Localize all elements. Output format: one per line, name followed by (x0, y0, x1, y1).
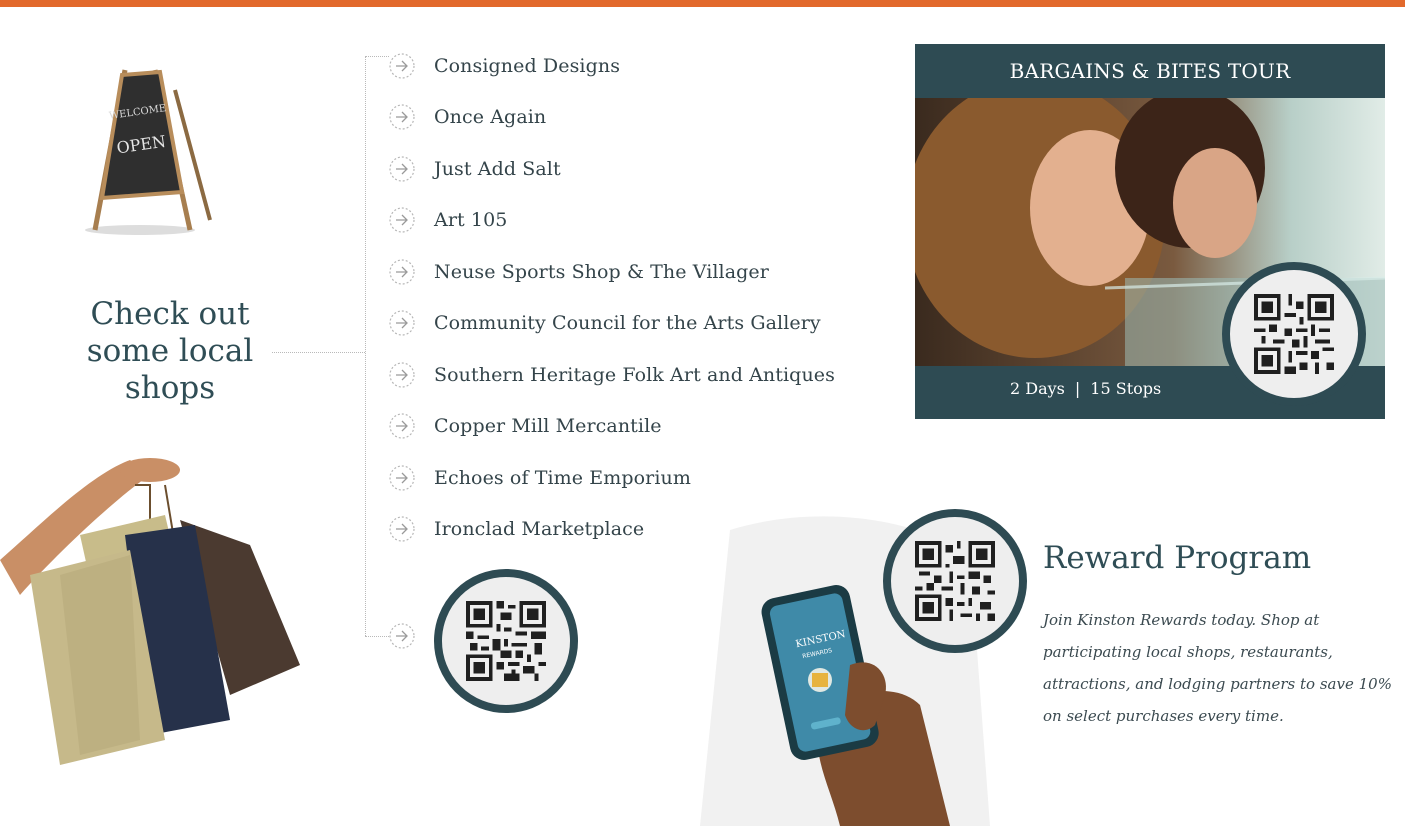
reward-description: Join Kinston Rewards today. Shop at part… (1043, 611, 1392, 725)
headline-line-1: Check out (90, 296, 250, 332)
circle-arrow-icon (388, 155, 416, 183)
circle-arrow-icon[interactable] (388, 622, 416, 650)
top-accent-bar (0, 0, 1405, 7)
shop-list-item[interactable]: Once Again (388, 92, 835, 144)
shopping-bags-image (0, 458, 300, 765)
connector-line-bottom (365, 636, 389, 637)
circle-arrow-icon (388, 464, 416, 492)
tour-qr-code[interactable] (1222, 262, 1366, 406)
reward-title: Reward Program (1043, 540, 1312, 576)
tour-title: BARGAINS & BITES TOUR (1009, 59, 1291, 83)
open-sign-image: WELCOME OPEN (85, 69, 212, 235)
connector-line (272, 352, 365, 353)
reward-qr-code[interactable] (883, 509, 1027, 653)
shop-list-item[interactable]: Copper Mill Mercantile (388, 401, 835, 453)
shop-name: Just Add Salt (434, 157, 561, 180)
circle-arrow-icon (388, 412, 416, 440)
shop-name: Art 105 (434, 209, 508, 232)
headline-line-3: shops (124, 370, 216, 406)
shop-list-item[interactable]: Consigned Designs (388, 40, 835, 92)
shop-list-item[interactable]: Southern Heritage Folk Art and Antiques (388, 349, 835, 401)
shop-name: Community Council for the Arts Gallery (434, 312, 821, 335)
shop-list: Consigned Designs Once Again Just Add Sa… (388, 40, 835, 555)
shop-name: Consigned Designs (434, 54, 621, 77)
connector-line-vertical (365, 56, 366, 636)
qr-code-icon (915, 541, 995, 621)
shop-list-item[interactable]: Echoes of Time Emporium (388, 452, 835, 504)
tour-days: 2 Days (1010, 379, 1065, 398)
shop-list-item[interactable]: Art 105 (388, 195, 835, 247)
shop-name: Once Again (434, 106, 547, 129)
headline: Check out some local shops (35, 296, 305, 407)
qr-code-icon (466, 601, 546, 681)
circle-arrow-icon (388, 103, 416, 131)
circle-arrow-icon (388, 206, 416, 234)
circle-arrow-icon (388, 258, 416, 286)
shop-name: Neuse Sports Shop & The Villager (434, 260, 769, 283)
headline-line-2: some local (86, 333, 254, 369)
shop-list-item[interactable]: Community Council for the Arts Gallery (388, 298, 835, 350)
shops-qr-code[interactable] (434, 569, 578, 713)
connector-line-top (365, 56, 389, 57)
shop-name: Copper Mill Mercantile (434, 415, 662, 438)
circle-arrow-icon (388, 515, 416, 543)
circle-arrow-icon (388, 52, 416, 80)
shop-name: Echoes of Time Emporium (434, 466, 691, 489)
shop-list-item[interactable]: Neuse Sports Shop & The Villager (388, 246, 835, 298)
circle-arrow-icon (388, 309, 416, 337)
qr-code-icon (1254, 294, 1334, 374)
tour-meta: 2 Days | 15 Stops (1010, 379, 1161, 398)
tour-stops: 15 Stops (1090, 379, 1162, 398)
tour-separator: | (1074, 379, 1081, 398)
shop-list-item[interactable]: Just Add Salt (388, 143, 835, 195)
shop-name: Southern Heritage Folk Art and Antiques (434, 363, 835, 386)
shop-name: Ironclad Marketplace (434, 518, 645, 541)
circle-arrow-icon (388, 361, 416, 389)
